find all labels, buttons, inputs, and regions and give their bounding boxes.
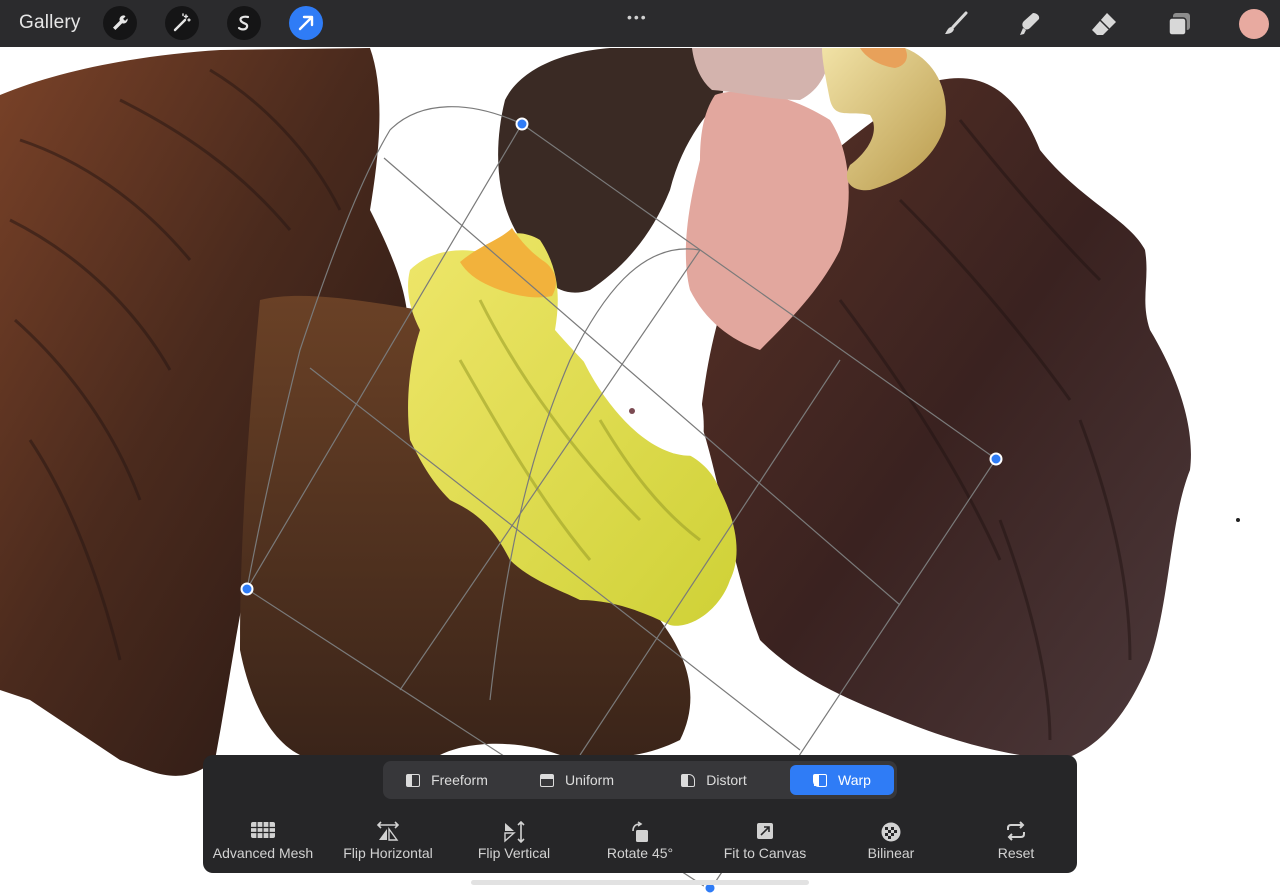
transform-arrow-icon: [298, 15, 314, 31]
freeform-icon: [406, 773, 421, 787]
flip-vertical-label: Flip Vertical: [477, 845, 551, 861]
transform-panel: Freeform Uniform Distort Warp Advanced M…: [203, 755, 1077, 873]
brush-icon: [945, 11, 968, 34]
more-options-button[interactable]: •••: [627, 9, 648, 25]
transform-button[interactable]: [289, 6, 323, 40]
layers-button[interactable]: [1163, 8, 1195, 40]
mode-distort-label: Distort: [706, 772, 747, 788]
warp-icon: [813, 773, 828, 787]
selection-s-icon: [237, 15, 250, 31]
eraser-tool-button[interactable]: [1088, 8, 1120, 40]
mode-freeform[interactable]: Freeform: [387, 765, 507, 795]
warp-handle-right[interactable]: [989, 452, 1003, 466]
reset-label: Reset: [997, 845, 1035, 861]
home-indicator[interactable]: [471, 880, 809, 885]
mode-freeform-label: Freeform: [431, 772, 488, 788]
stray-dot: [1236, 518, 1240, 522]
wrench-icon: [113, 15, 128, 30]
mesh-center-point: [629, 408, 635, 414]
flip-horizontal-label: Flip Horizontal: [343, 845, 433, 861]
eraser-icon: [1092, 13, 1116, 35]
reset-icon: [1007, 821, 1025, 841]
uniform-icon: [539, 773, 554, 787]
mode-warp-label: Warp: [838, 772, 871, 788]
mode-uniform[interactable]: Uniform: [515, 765, 639, 795]
color-picker-button[interactable]: [1239, 9, 1269, 39]
smudge-icon: [1020, 13, 1040, 35]
fit-canvas-icon: [757, 823, 773, 839]
rotate-45-button[interactable]: Rotate 45°: [580, 821, 700, 861]
mode-warp[interactable]: Warp: [790, 765, 894, 795]
warp-handle-top[interactable]: [515, 117, 529, 131]
flip-vertical-icon: [504, 821, 525, 843]
distort-icon: [681, 773, 696, 787]
adjustments-button[interactable]: [165, 6, 199, 40]
mode-distort[interactable]: Distort: [647, 765, 781, 795]
flip-vertical-button[interactable]: Flip Vertical: [454, 821, 574, 861]
warp-handle-left[interactable]: [240, 582, 254, 596]
advanced-mesh-label: Advanced Mesh: [212, 845, 314, 861]
mesh-grid-icon: [251, 822, 275, 838]
smudge-tool-button[interactable]: [1013, 8, 1045, 40]
fit-to-canvas-button[interactable]: Fit to Canvas: [705, 821, 825, 861]
transform-mode-selector: Freeform Uniform Distort Warp: [383, 761, 897, 799]
bilinear-label: Bilinear: [867, 845, 915, 861]
rotate-icon: [632, 821, 648, 842]
magic-wand-icon: [173, 13, 191, 32]
rotate-45-label: Rotate 45°: [606, 845, 674, 861]
advanced-mesh-button[interactable]: Advanced Mesh: [203, 821, 323, 861]
gallery-button[interactable]: Gallery: [19, 12, 81, 34]
flip-horizontal-button[interactable]: Flip Horizontal: [328, 821, 448, 861]
bilinear-icon: [881, 822, 901, 842]
brush-tool-button[interactable]: [940, 8, 972, 40]
fit-to-canvas-label: Fit to Canvas: [723, 845, 807, 861]
layers-icon: [1168, 13, 1190, 36]
actions-button[interactable]: [103, 6, 137, 40]
reset-button[interactable]: Reset: [956, 821, 1076, 861]
top-toolbar: Gallery •••: [0, 0, 1280, 47]
flip-horizontal-icon: [376, 821, 400, 841]
bilinear-button[interactable]: Bilinear: [831, 821, 951, 861]
mode-uniform-label: Uniform: [564, 772, 614, 788]
selection-button[interactable]: [227, 6, 261, 40]
